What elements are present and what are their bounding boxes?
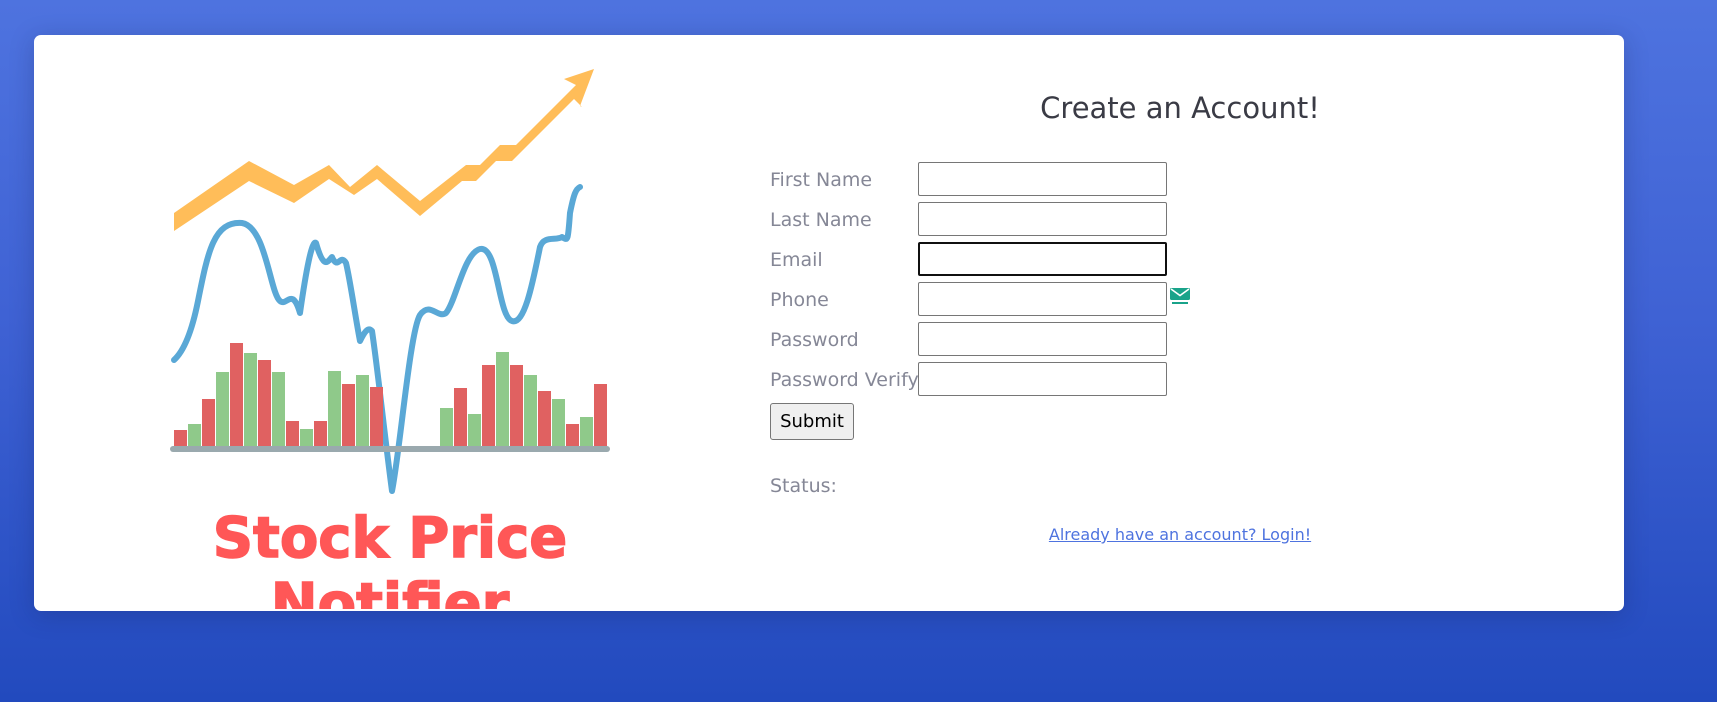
last-name-label: Last Name <box>770 209 872 231</box>
chart-axis <box>170 446 610 452</box>
signup-card: Stock Price Notifier Create an Account! … <box>34 35 1624 611</box>
password-input[interactable] <box>918 322 1167 356</box>
email-row: Email <box>770 242 1190 280</box>
password-label: Password <box>770 329 859 351</box>
bar <box>552 399 565 448</box>
bar <box>370 387 383 448</box>
page-title: Create an Account! <box>1040 91 1320 125</box>
bar <box>188 424 201 448</box>
password-verify-row: Password Verify <box>770 362 1190 400</box>
phone-input[interactable] <box>918 282 1167 316</box>
bar <box>272 372 285 448</box>
password-row: Password <box>770 322 1190 360</box>
bar <box>216 372 229 448</box>
signup-form: Create an Account! First Name Last Name … <box>770 35 1590 611</box>
mail-icon[interactable] <box>1170 287 1190 305</box>
bar <box>342 384 355 448</box>
bar <box>356 375 369 448</box>
bar <box>328 371 341 448</box>
bar <box>496 352 509 448</box>
bar <box>524 375 537 448</box>
bar <box>258 360 271 448</box>
bar <box>468 414 481 448</box>
bar <box>244 353 257 448</box>
last-name-row: Last Name <box>770 202 1190 240</box>
bar <box>314 421 327 448</box>
phone-label: Phone <box>770 289 829 311</box>
login-link[interactable]: Already have an account? Login! <box>770 525 1590 544</box>
bar <box>202 399 215 448</box>
bar <box>300 429 313 448</box>
submit-button[interactable]: Submit <box>770 403 854 440</box>
bar <box>174 430 187 448</box>
first-name-label: First Name <box>770 169 873 191</box>
email-label: Email <box>770 249 823 271</box>
status-label: Status: <box>770 475 837 497</box>
first-name-input[interactable] <box>918 162 1167 196</box>
email-input[interactable] <box>918 242 1167 276</box>
bar <box>594 384 607 448</box>
bar <box>230 343 243 448</box>
bar <box>538 391 551 448</box>
logo-title-line1: Stock Price <box>213 506 568 571</box>
password-verify-label: Password Verify <box>770 369 919 391</box>
first-name-row: First Name <box>770 162 1190 200</box>
bar <box>440 408 453 448</box>
stock-price-notifier-logo: Stock Price Notifier <box>170 69 610 609</box>
bar <box>580 417 593 448</box>
trend-arrow <box>174 69 594 231</box>
bar <box>286 421 299 448</box>
phone-row: Phone <box>770 282 1190 320</box>
volume-bars <box>174 343 607 448</box>
last-name-input[interactable] <box>918 202 1167 236</box>
bar <box>454 388 467 448</box>
bar <box>566 424 579 448</box>
bar <box>510 365 523 448</box>
logo-title-line2: Notifier <box>271 572 510 609</box>
password-verify-input[interactable] <box>918 362 1167 396</box>
bar <box>482 365 495 448</box>
